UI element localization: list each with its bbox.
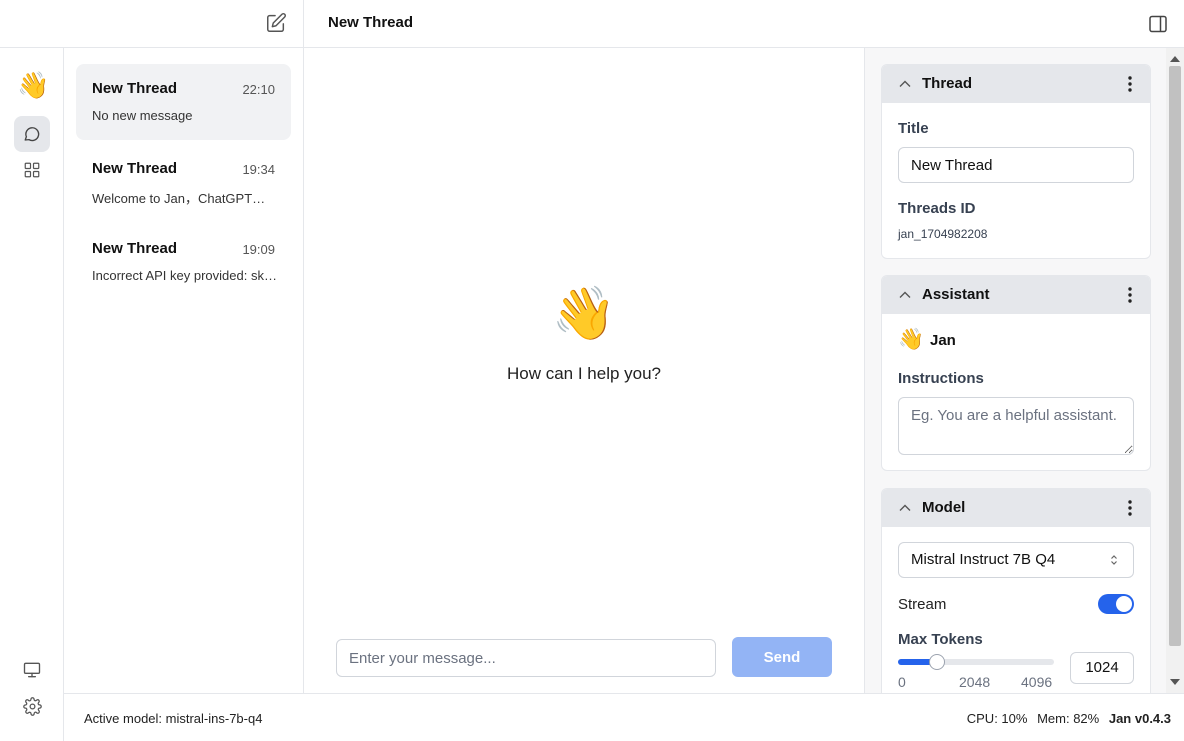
slider-min-label: 0 [898, 674, 906, 690]
stream-toggle[interactable] [1098, 594, 1134, 614]
max-tokens-input[interactable]: 1024 [1070, 652, 1134, 684]
thread-list: New Thread 22:10 No new message New Thre… [64, 48, 304, 693]
chevron-up-icon[interactable] [898, 288, 912, 302]
system-monitor-button[interactable] [14, 652, 50, 688]
max-tokens-label: Max Tokens [898, 631, 983, 648]
chat-area: 👋 How can I help you? Send [304, 48, 864, 693]
threads-header [0, 0, 304, 48]
greeting-text: How can I help you? [506, 364, 662, 383]
model-select[interactable]: Mistral Instruct 7B Q4 [898, 542, 1134, 578]
app-logo: 👋 [17, 70, 50, 100]
scroll-down-arrow-icon[interactable] [1170, 679, 1180, 685]
more-options-icon[interactable] [1122, 498, 1138, 518]
assistant-avatar-icon: 👋 [898, 328, 925, 351]
chevron-up-icon[interactable] [898, 501, 912, 515]
title-label: Title [898, 120, 929, 137]
message-input[interactable] [336, 639, 716, 677]
thread-time: 19:09 [242, 242, 275, 257]
thread-preview: No new message [92, 108, 193, 123]
toggle-right-panel-icon[interactable] [1148, 14, 1168, 34]
scroll-thumb[interactable] [1169, 66, 1181, 646]
main-header: New Thread [304, 0, 1184, 48]
right-panel-scrollbar[interactable] [1166, 48, 1184, 693]
thread-preview: Welcome to Jan，ChatGPT的替代方案 [92, 191, 277, 206]
thread-name: New Thread [92, 240, 178, 257]
thread-item[interactable]: New Thread 19:34 Welcome to Jan，ChatGPT的… [76, 144, 291, 220]
cpu-usage: CPU: 10% [966, 711, 1028, 726]
new-thread-icon[interactable] [265, 12, 287, 34]
slider-mid-label: 2048 [959, 674, 991, 690]
toggle-knob [1116, 596, 1132, 612]
more-options-icon[interactable] [1122, 285, 1138, 305]
thread-name: New Thread [92, 160, 178, 177]
thread-name: New Thread [92, 80, 178, 97]
more-options-icon[interactable] [1122, 74, 1138, 94]
send-button[interactable]: Send [732, 637, 832, 677]
page-title: New Thread [328, 14, 414, 31]
thread-card: Thread Title Threads ID jan_1704982208 [881, 64, 1151, 259]
stream-label: Stream [898, 596, 947, 613]
card-title: Assistant [922, 286, 990, 303]
thread-item[interactable]: New Thread 19:09 Incorrect API key provi… [76, 224, 291, 300]
chat-icon [24, 127, 40, 142]
model-card-header[interactable]: Model [882, 489, 1150, 527]
grid-icon [24, 162, 40, 178]
status-bar: Active model: mistral-ins-7b-q4 CPU: 10%… [64, 693, 1184, 741]
max-tokens-slider[interactable] [898, 654, 1054, 670]
instructions-textarea[interactable] [898, 397, 1134, 455]
thread-preview: Incorrect API key provided: sk-xxxx [92, 268, 277, 283]
assistant-card-header[interactable]: Assistant [882, 276, 1150, 314]
right-panel: Thread Title Threads ID jan_1704982208 A… [864, 48, 1184, 693]
hub-nav-button[interactable] [14, 152, 50, 188]
active-model-text: Active model: mistral-ins-7b-q4 [84, 711, 263, 726]
card-title: Model [922, 499, 966, 516]
system-stats: CPU: 10% Mem: 82% Jan v0.4.3 [961, 711, 1171, 726]
instructions-label: Instructions [898, 370, 984, 387]
chevron-up-down-icon [1111, 555, 1117, 565]
gear-icon [22, 696, 42, 716]
settings-button[interactable] [14, 688, 50, 724]
thread-id-value: jan_1704982208 [898, 227, 988, 241]
left-rail: 👋 [0, 48, 64, 741]
thread-time: 19:34 [242, 162, 275, 177]
app-version: Jan v0.4.3 [1108, 711, 1171, 726]
assistant-card: Assistant 👋 Jan Instructions [881, 275, 1151, 471]
model-card: Model Mistral Instruct 7B Q4 Stream Max … [881, 488, 1151, 693]
thread-item[interactable]: New Thread 22:10 No new message [76, 64, 291, 140]
scroll-up-arrow-icon[interactable] [1170, 56, 1180, 62]
thread-card-header[interactable]: Thread [882, 65, 1150, 103]
memory-usage: Mem: 82% [1037, 711, 1100, 726]
waving-hand-icon: 👋 [551, 285, 617, 343]
assistant-name: Jan [930, 332, 956, 349]
thread-time: 22:10 [242, 82, 275, 97]
chevron-up-icon[interactable] [898, 77, 912, 91]
model-select-value: Mistral Instruct 7B Q4 [911, 551, 1056, 568]
thread-title-input[interactable] [898, 147, 1134, 183]
slider-max-label: 4096 [1021, 674, 1053, 690]
slider-thumb[interactable] [929, 654, 945, 670]
monitor-icon [23, 662, 41, 678]
thread-id-label: Threads ID [898, 200, 976, 217]
chat-nav-button[interactable] [14, 116, 50, 152]
card-title: Thread [922, 75, 973, 92]
